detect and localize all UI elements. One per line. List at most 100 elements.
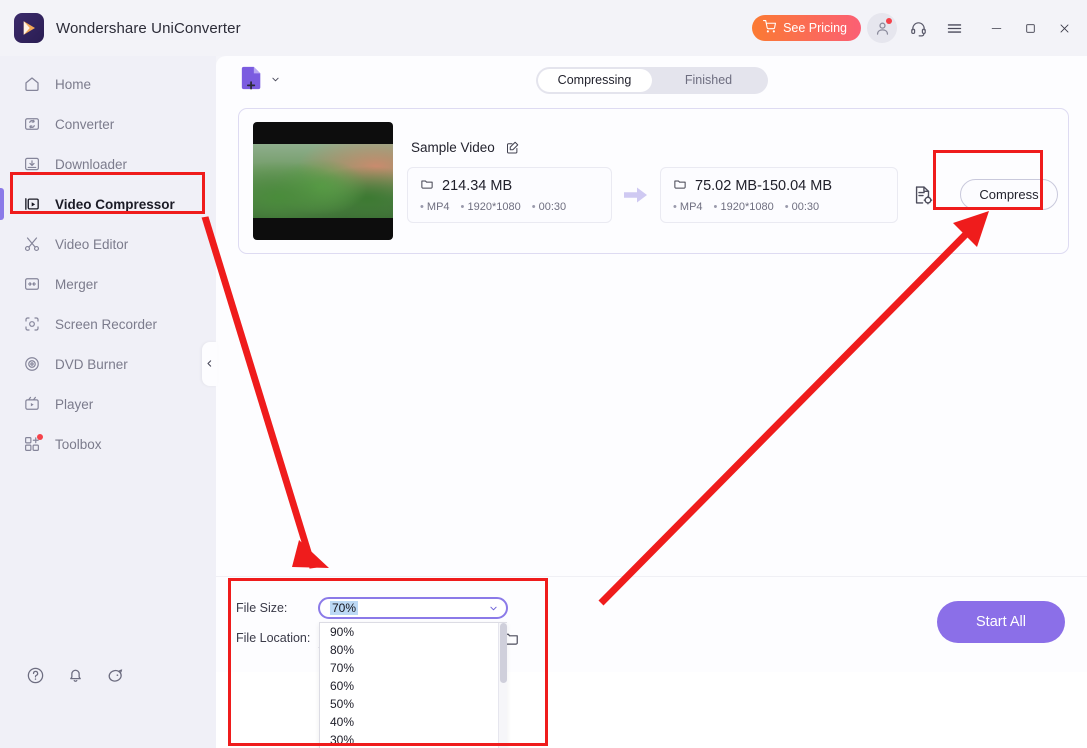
title-bar: Wondershare UniConverter See Pricing [0, 0, 1087, 56]
home-icon [22, 75, 41, 94]
file-card: Sample Video 214.34 MB • MP4 • 1920*1080… [238, 108, 1069, 254]
sidebar-item-player[interactable]: Player [0, 384, 216, 424]
sidebar-item-label: Player [55, 396, 94, 412]
screen-recorder-icon [22, 315, 41, 334]
scissors-icon [22, 235, 41, 254]
input-size-main: 214.34 MB [420, 177, 598, 196]
app-logo-icon [14, 13, 44, 43]
output-resolution: 1920*1080 [714, 201, 773, 213]
file-settings-icon[interactable] [912, 184, 934, 206]
video-compressor-icon [22, 195, 41, 214]
sidebar-item-label: Merger [55, 276, 98, 292]
sidebar-item-label: DVD Burner [55, 356, 128, 372]
folder-icon [420, 177, 434, 196]
output-file-size: 75.02 MB-150.04 MB [695, 178, 833, 194]
titlebar-controls: See Pricing [752, 0, 1087, 56]
compress-button[interactable]: Compress [960, 179, 1058, 210]
dropdown-scrollbar[interactable] [498, 623, 507, 748]
edit-pencil-icon[interactable] [505, 140, 520, 155]
chevron-down-icon [271, 71, 280, 89]
output-meta: MP4 1920*1080 00:30 [673, 201, 884, 213]
sidebar-item-converter[interactable]: Converter [0, 104, 216, 144]
app-window: Wondershare UniConverter See Pricing Hom… [0, 0, 1087, 748]
sidebar-item-label: Home [55, 76, 92, 92]
input-resolution: 1920*1080 [461, 201, 520, 213]
status-tab-switch: Compressing Finished [535, 66, 768, 94]
input-duration: 00:30 [532, 201, 567, 213]
dropdown-option[interactable]: 80% [320, 641, 507, 659]
add-file-button[interactable] [240, 65, 280, 96]
file-size-select[interactable]: 70% [318, 597, 508, 619]
output-format: MP4 [673, 201, 703, 213]
toolbox-icon [22, 433, 43, 454]
see-pricing-button[interactable]: See Pricing [752, 15, 861, 41]
merger-icon [22, 275, 41, 294]
sidebar-item-label: Toolbox [55, 436, 102, 452]
dvd-burner-icon [22, 355, 41, 374]
notification-bell-icon[interactable] [66, 666, 86, 686]
start-all-button[interactable]: Start All [937, 601, 1065, 643]
help-circle-icon[interactable] [26, 666, 46, 686]
dropdown-option[interactable]: 90% [320, 623, 507, 641]
chevron-down-icon [489, 604, 498, 613]
dropdown-option[interactable]: 60% [320, 677, 507, 695]
app-title: Wondershare UniConverter [56, 19, 241, 37]
sidebar-item-label: Converter [55, 116, 115, 132]
sidebar: Home Converter Downloader Video Compress… [0, 56, 216, 748]
sidebar-item-downloader[interactable]: Downloader [0, 144, 216, 184]
sidebar-item-home[interactable]: Home [0, 64, 216, 104]
dropdown-scroll-thumb[interactable] [500, 623, 507, 683]
close-button[interactable] [1047, 8, 1081, 48]
sidebar-item-screen-recorder[interactable]: Screen Recorder [0, 304, 216, 344]
sidebar-item-label: Screen Recorder [55, 316, 158, 332]
sidebar-item-label: Video Editor [55, 236, 129, 252]
sidebar-collapse-button[interactable] [202, 342, 217, 386]
file-size-select-wrap: 70% 90% 80% 70% 60% 50% 40% 30% [318, 597, 508, 748]
file-size-dropdown[interactable]: 90% 80% 70% 60% 50% 40% 30% [319, 622, 507, 748]
sidebar-item-label: Video Compressor [55, 196, 175, 212]
feedback-icon[interactable] [106, 666, 126, 686]
see-pricing-label: See Pricing [783, 21, 847, 35]
output-options: File Size: 70% 90% 80% 70% 60% 50% 40% 3… [236, 593, 519, 748]
dropdown-option[interactable]: 40% [320, 713, 507, 731]
dropdown-option[interactable]: 50% [320, 695, 507, 713]
sidebar-item-toolbox[interactable]: Toolbox [0, 424, 216, 464]
tab-finished[interactable]: Finished [652, 69, 766, 92]
thumbnail-image [253, 144, 393, 218]
minimize-button[interactable] [979, 8, 1013, 48]
dropdown-option[interactable]: 30% [320, 731, 507, 748]
toolbox-badge [37, 433, 43, 440]
maximize-button[interactable] [1013, 8, 1047, 48]
converter-icon [22, 115, 41, 134]
sidebar-item-video-editor[interactable]: Video Editor [0, 224, 216, 264]
add-file-icon [240, 65, 264, 96]
folder-icon [673, 177, 687, 196]
main-toolbar: Compressing Finished [216, 56, 1087, 104]
chevron-left-icon [205, 355, 214, 373]
sidebar-item-merger[interactable]: Merger [0, 264, 216, 304]
output-duration: 00:30 [785, 201, 820, 213]
sidebar-bottom-icons [0, 666, 216, 686]
sidebar-nav: Home Converter Downloader Video Compress… [0, 56, 216, 464]
cart-icon [763, 20, 777, 36]
player-icon [22, 395, 41, 414]
input-file-size: 214.34 MB [442, 178, 513, 194]
menu-hamburger-button[interactable] [939, 13, 969, 43]
sidebar-item-dvd-burner[interactable]: DVD Burner [0, 344, 216, 384]
file-card-body: Sample Video 214.34 MB • MP4 • 1920*1080… [393, 122, 1058, 240]
support-button[interactable] [903, 13, 933, 43]
file-title-row: Sample Video [407, 140, 1058, 155]
sidebar-item-video-compressor[interactable]: Video Compressor [0, 184, 216, 224]
tab-compressing[interactable]: Compressing [537, 68, 652, 92]
arrow-right-icon [623, 186, 649, 204]
file-location-label: File Location: [236, 631, 311, 645]
video-thumbnail [253, 122, 393, 240]
file-size-option-list: 90% 80% 70% 60% 50% 40% 30% [320, 623, 507, 748]
sidebar-item-label: Downloader [55, 156, 128, 172]
dropdown-option[interactable]: 70% [320, 659, 507, 677]
size-comparison-row: 214.34 MB MP4 1920*1080 00:30 [407, 166, 1058, 223]
file-size-label: File Size: [236, 601, 288, 615]
downloader-icon [22, 155, 41, 174]
file-title: Sample Video [411, 139, 495, 155]
account-button[interactable] [867, 13, 897, 43]
